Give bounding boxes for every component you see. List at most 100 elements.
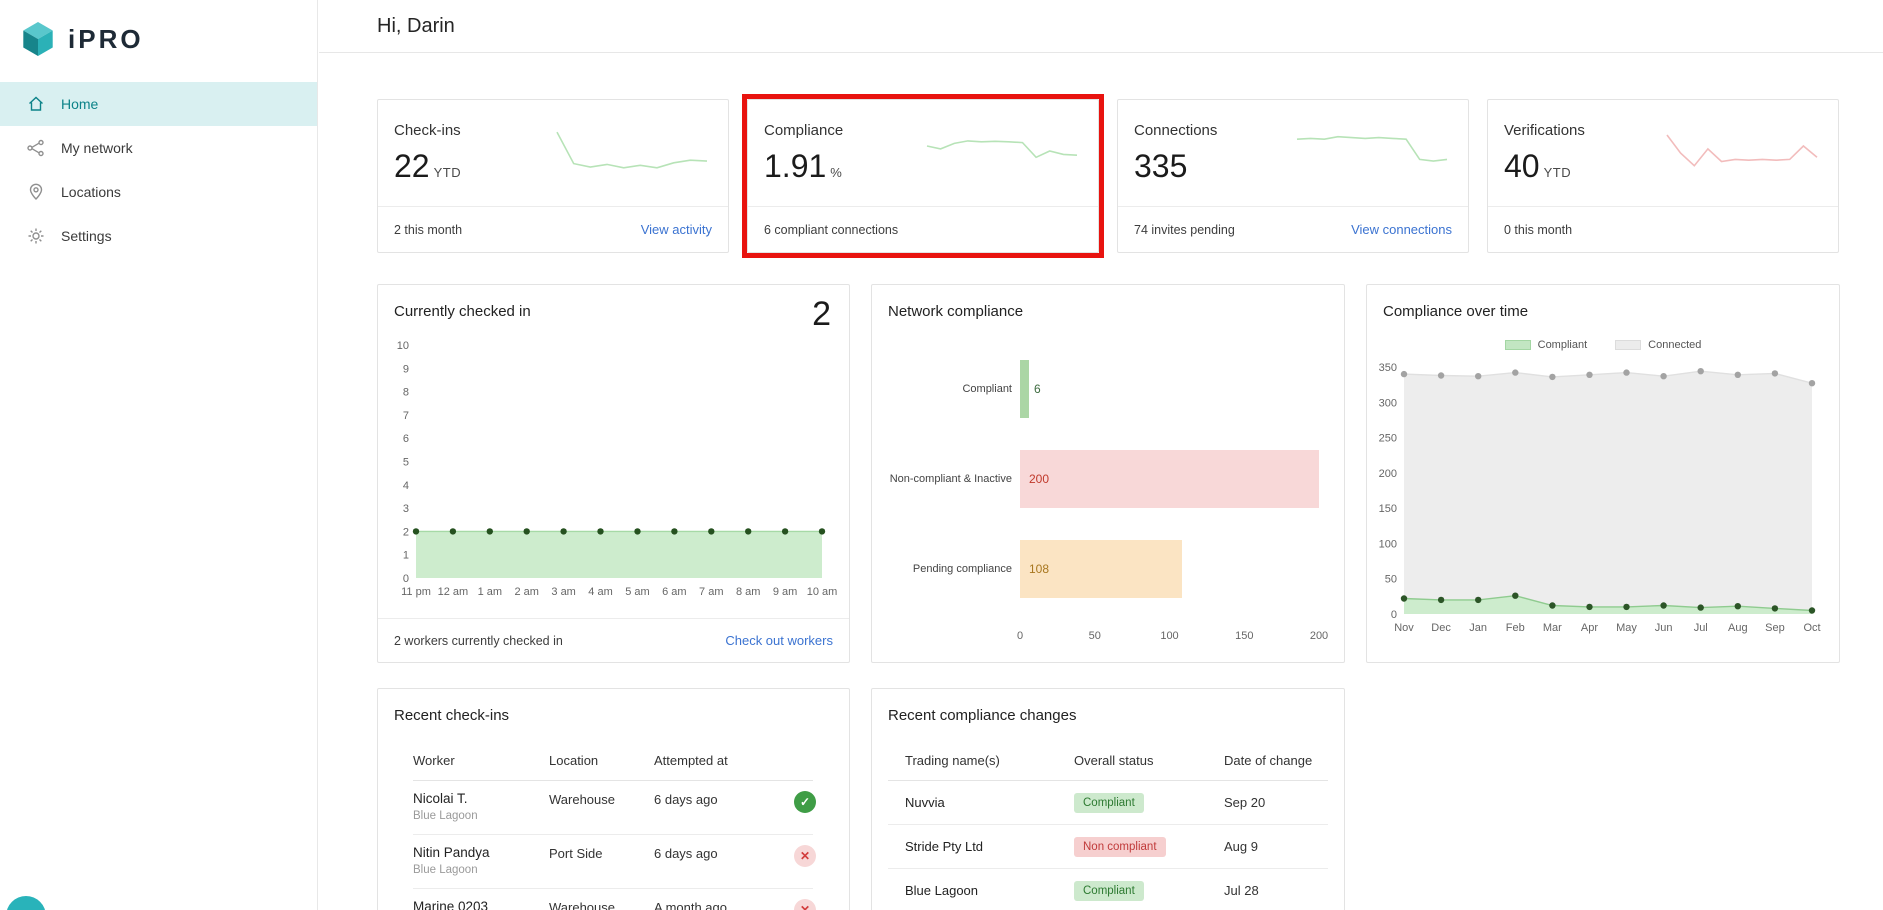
bar-row: Pending compliance 108 xyxy=(882,540,1319,598)
table-row[interactable]: Marine 0203 Warehouse A month ago xyxy=(413,889,816,910)
svg-text:Sep: Sep xyxy=(1765,622,1785,634)
table-row[interactable]: Nicolai T. Blue Lagoon Warehouse 6 days … xyxy=(413,781,816,835)
panel-title: Recent check-ins xyxy=(394,707,510,724)
x-axis-tick: 100 xyxy=(1160,630,1179,642)
svg-text:1 am: 1 am xyxy=(478,586,502,598)
bar xyxy=(1020,360,1029,418)
stat-card-suffix: YTD xyxy=(1543,165,1572,180)
table-row[interactable]: Nitin Pandya Blue Lagoon Port Side 6 day… xyxy=(413,835,816,889)
bar-value-label: 108 xyxy=(1029,562,1050,576)
svg-text:Dec: Dec xyxy=(1431,622,1451,634)
x-axis-tick: 50 xyxy=(1088,630,1101,642)
svg-text:9 am: 9 am xyxy=(773,586,797,598)
column-header: Date of change xyxy=(1224,753,1313,768)
svg-text:8 am: 8 am xyxy=(736,586,760,598)
compliance-over-time-card: Compliance over time Compliant Connected… xyxy=(1366,284,1840,663)
svg-text:3 am: 3 am xyxy=(551,586,575,598)
stat-card-footer-text: 0 this month xyxy=(1504,222,1573,237)
gear-icon xyxy=(26,226,46,246)
stat-cards-row: Check-ins 22 YTD 2 this month View activi… xyxy=(377,94,1841,258)
svg-text:3: 3 xyxy=(403,503,409,515)
legend-item-connected: Connected xyxy=(1615,339,1701,351)
svg-text:7 am: 7 am xyxy=(699,586,723,598)
brand-logo-icon xyxy=(23,22,53,56)
table-header-row: Worker Location Attempted at xyxy=(413,749,813,781)
checkin-location: Warehouse xyxy=(549,792,615,807)
sparkline-chart xyxy=(926,140,1078,159)
svg-text:50: 50 xyxy=(1385,574,1397,586)
svg-text:Feb: Feb xyxy=(1506,622,1525,634)
stat-card-suffix: YTD xyxy=(433,165,462,180)
svg-text:1: 1 xyxy=(403,550,409,562)
bar-row: Compliant 6 xyxy=(882,360,1319,418)
worker-org: Blue Lagoon xyxy=(413,864,478,876)
sidebar-item-home[interactable]: Home xyxy=(0,82,317,126)
bar-row: Non-compliant & Inactive 200 xyxy=(882,450,1319,508)
legend-item-compliant: Compliant xyxy=(1504,339,1587,351)
trading-name: Nuvvia xyxy=(905,795,945,810)
home-icon xyxy=(26,94,46,114)
date-of-change: Jul 28 xyxy=(1224,883,1259,898)
currently-checked-in-card: Currently checked in 2 0 1 2 3 4 5 6 7 8 9 10 11 pm… xyxy=(377,284,850,663)
chart-legend: Compliant Connected xyxy=(1367,339,1839,351)
table-row[interactable]: Blue Lagoon Compliant Jul 28 xyxy=(888,869,1328,910)
stat-card-footer-text: 6 compliant connections xyxy=(764,222,899,237)
bar-track: 108 xyxy=(1020,540,1319,598)
stat-card-checkins: Check-ins 22 YTD 2 this month View activi… xyxy=(377,99,729,253)
stat-card-footer-text: 2 this month xyxy=(394,222,463,237)
sidebar-item-settings[interactable]: Settings xyxy=(0,214,317,258)
column-header: Overall status xyxy=(1074,753,1154,768)
sidebar-item-locations[interactable]: Locations xyxy=(0,170,317,214)
main-area: Hi, Darin Check-ins 22 YTD 2 this month V… xyxy=(319,0,1883,910)
chat-bubble-button[interactable] xyxy=(6,896,46,910)
stat-card-value: 22 xyxy=(394,148,430,184)
compliance-over-time-chart: 0 50 100 150 200 250 300 350 Nov Dec Jan Feb Mar Apr M… xyxy=(1379,362,1821,634)
dashboard-content: Check-ins 22 YTD 2 this month View activi… xyxy=(319,53,1883,910)
stat-card-footer-text: 74 invites pending xyxy=(1134,222,1235,237)
stat-card-title: Verifications xyxy=(1504,122,1585,139)
worker-cell: Marine 0203 xyxy=(413,899,549,910)
column-header: Worker xyxy=(413,753,455,768)
checkin-status-icon xyxy=(794,791,816,813)
stat-card-connections: Connections 335 74 invites pending View … xyxy=(1117,99,1469,253)
svg-text:10: 10 xyxy=(397,340,409,352)
panel-title: Currently checked in xyxy=(394,303,531,320)
svg-text:Jan: Jan xyxy=(1469,622,1487,634)
status-badge: Compliant xyxy=(1074,792,1144,813)
svg-text:8: 8 xyxy=(403,387,409,399)
network-compliance-card: Network compliance Compliant 6 Non-complia… xyxy=(871,284,1345,663)
sidebar-nav: Home My network Locations Settings xyxy=(0,82,317,258)
panel-title: Network compliance xyxy=(888,303,1024,320)
checked-in-area-chart: 0 1 2 3 4 5 6 7 8 9 10 11 pm 12 am 1 am 2 am 3 am 4 am 5 … xyxy=(397,340,838,598)
sidebar-item-label: My network xyxy=(61,140,133,156)
table-row[interactable]: Nuvvia Compliant Sep 20 xyxy=(888,781,1328,825)
checkin-location: Warehouse xyxy=(549,900,615,910)
stat-card-footer: 2 this month View activity xyxy=(378,206,728,252)
legend-swatch-connected xyxy=(1615,340,1642,350)
sidebar-item-my-network[interactable]: My network xyxy=(0,126,317,170)
view-connections-link[interactable]: View connections xyxy=(1351,222,1452,237)
worker-cell: Nitin Pandya Blue Lagoon xyxy=(413,845,549,876)
stat-card-compliance: Compliance 1.91% 6 compliant connections xyxy=(742,94,1104,258)
panel-title: Recent compliance changes xyxy=(888,707,1077,724)
svg-text:350: 350 xyxy=(1379,362,1397,374)
status-badge: Compliant xyxy=(1074,880,1144,901)
sparkline-chart xyxy=(1666,134,1818,167)
svg-text:5 am: 5 am xyxy=(625,586,649,598)
svg-text:12 am: 12 am xyxy=(438,586,469,598)
check-out-workers-link[interactable]: Check out workers xyxy=(725,633,833,648)
stat-card-footer: 0 this month xyxy=(1488,206,1838,252)
table-row[interactable]: Stride Pty Ltd Non compliant Aug 9 xyxy=(888,825,1328,869)
topbar: Hi, Darin xyxy=(319,0,1883,53)
stat-card-value-row: 1.91% xyxy=(764,148,842,185)
checked-in-footer-text: 2 workers currently checked in xyxy=(394,633,563,648)
network-icon xyxy=(26,138,46,158)
checkin-status-icon xyxy=(794,845,816,867)
status-badge: Non compliant xyxy=(1074,836,1166,857)
svg-text:2 am: 2 am xyxy=(514,586,538,598)
page-greeting: Hi, Darin xyxy=(377,14,455,37)
svg-text:10 am: 10 am xyxy=(807,586,838,598)
view-activity-link[interactable]: View activity xyxy=(641,222,712,237)
charts-row: Currently checked in 2 0 1 2 3 4 5 6 7 8 9 10 11 pm… xyxy=(377,284,1841,663)
date-of-change: Sep 20 xyxy=(1224,795,1266,810)
